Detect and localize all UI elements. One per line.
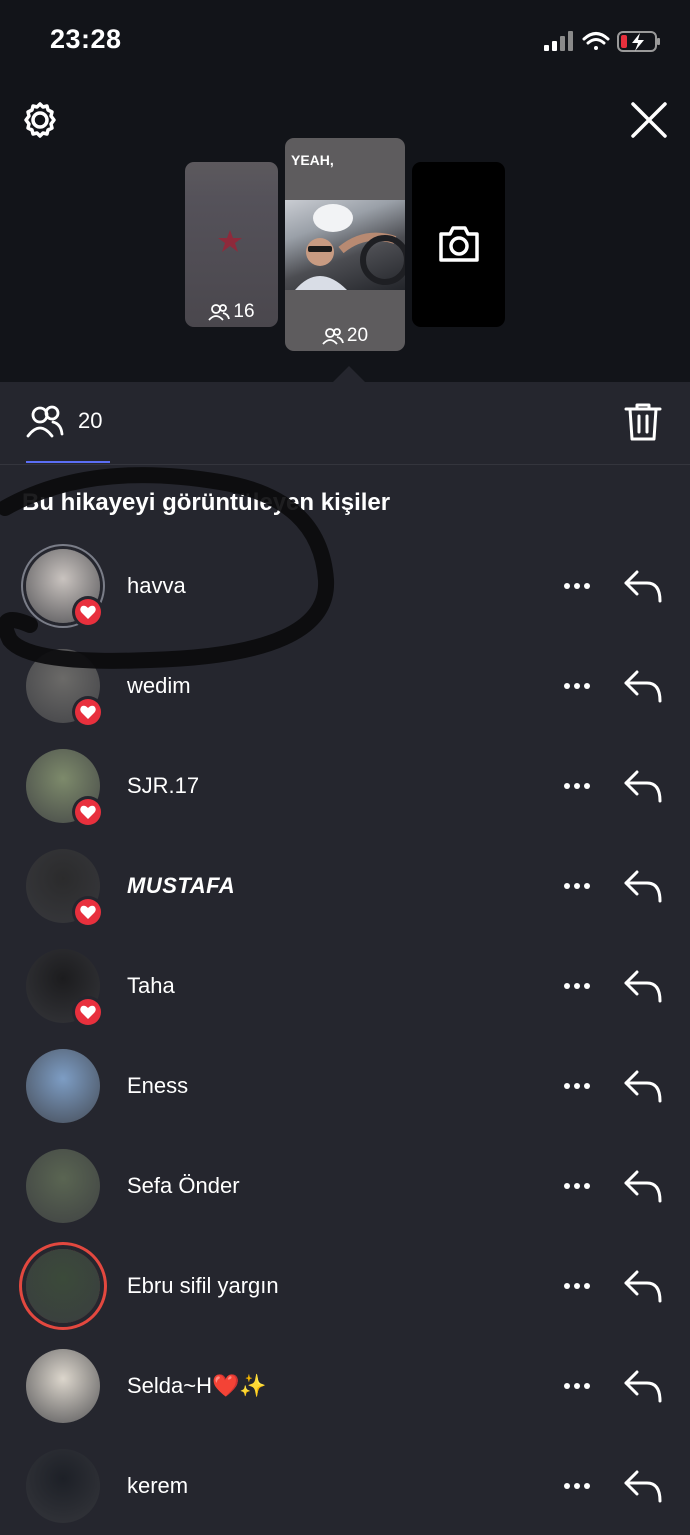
like-badge	[72, 996, 104, 1028]
viewer-username[interactable]: Selda~H❤️✨	[127, 1373, 267, 1399]
story-header: 23:28 16 YEAH, 20	[0, 0, 690, 383]
story-thumbnail-1[interactable]: 16	[185, 162, 278, 327]
viewer-row[interactable]: wedim	[0, 635, 690, 735]
story-viewer-count: 16	[185, 301, 278, 323]
viewers-icon	[322, 328, 344, 345]
reply-arrow-icon[interactable]	[623, 1468, 663, 1504]
trash-icon[interactable]	[624, 402, 662, 442]
selected-story-pointer	[332, 366, 366, 383]
viewer-username[interactable]: kerem	[127, 1473, 188, 1499]
settings-gear-icon[interactable]	[20, 100, 60, 140]
avatar[interactable]	[26, 549, 104, 628]
story-viewer-count: 20	[285, 325, 405, 347]
tab-active-indicator	[26, 461, 110, 463]
close-icon[interactable]	[630, 101, 668, 139]
avatar[interactable]	[26, 649, 104, 728]
viewer-row[interactable]: Eness	[0, 1035, 690, 1135]
more-options-icon[interactable]	[563, 682, 591, 690]
reply-arrow-icon[interactable]	[623, 1368, 663, 1404]
viewer-username[interactable]: Eness	[127, 1073, 188, 1099]
like-badge	[72, 696, 104, 728]
story-caption: YEAH,	[291, 152, 334, 168]
heart-icon	[80, 905, 96, 919]
status-time: 23:28	[50, 24, 122, 54]
avatar[interactable]	[26, 1249, 100, 1323]
viewer-username[interactable]: MUSTAFA	[127, 873, 235, 899]
viewer-username[interactable]: SJR.17	[127, 773, 199, 799]
viewer-list: havva wedim SJR.17 MUSTAFA Taha Eness Sefa Önd…	[0, 535, 690, 1535]
reply-arrow-icon[interactable]	[623, 768, 663, 804]
avatar[interactable]	[26, 849, 104, 928]
viewer-row[interactable]: kerem	[0, 1435, 690, 1535]
viewer-username[interactable]: wedim	[127, 673, 191, 699]
viewer-username[interactable]: havva	[127, 573, 186, 599]
avatar[interactable]	[26, 1049, 100, 1123]
reply-arrow-icon[interactable]	[623, 1068, 663, 1104]
wifi-icon	[582, 32, 610, 50]
battery-low-charging-icon	[617, 31, 660, 52]
avatar-image	[26, 1249, 100, 1323]
section-title: Bu hikayeyi görüntüleyen kişiler	[22, 489, 391, 516]
status-icons	[544, 31, 660, 52]
more-options-icon[interactable]	[563, 1382, 591, 1390]
avatar-image	[26, 1349, 100, 1423]
reply-arrow-icon[interactable]	[623, 568, 663, 604]
more-options-icon[interactable]	[563, 582, 591, 590]
reply-arrow-icon[interactable]	[623, 668, 663, 704]
viewer-username[interactable]: Taha	[127, 973, 175, 999]
reply-arrow-icon[interactable]	[623, 1268, 663, 1304]
reply-arrow-icon[interactable]	[623, 868, 663, 904]
story-thumbnail-2-selected[interactable]: YEAH, 20	[285, 138, 405, 351]
avatar-image	[26, 1149, 100, 1223]
cellular-signal-icon	[544, 31, 573, 51]
camera-icon	[439, 226, 479, 262]
viewer-row[interactable]: Selda~H❤️✨	[0, 1335, 690, 1435]
avatar[interactable]	[26, 1149, 100, 1223]
star-icon	[218, 230, 242, 252]
add-story-camera-button[interactable]	[412, 162, 505, 327]
viewer-row[interactable]: Taha	[0, 935, 690, 1035]
viewer-row[interactable]: Ebru sifil yargın	[0, 1235, 690, 1335]
like-badge	[72, 796, 104, 828]
more-options-icon[interactable]	[563, 1082, 591, 1090]
avatar[interactable]	[26, 949, 104, 1028]
avatar[interactable]	[26, 1349, 100, 1423]
viewer-row[interactable]: MUSTAFA	[0, 835, 690, 935]
heart-icon	[80, 705, 96, 719]
heart-icon	[80, 805, 96, 819]
more-options-icon[interactable]	[563, 982, 591, 990]
more-options-icon[interactable]	[563, 1182, 591, 1190]
like-badge	[72, 896, 104, 928]
avatar[interactable]	[26, 1449, 100, 1523]
tab-viewers[interactable]: 20	[26, 404, 102, 438]
more-options-icon[interactable]	[563, 882, 591, 890]
viewer-username[interactable]: Ebru sifil yargın	[127, 1273, 279, 1299]
reply-arrow-icon[interactable]	[623, 1168, 663, 1204]
viewer-tab-bar: 20	[0, 382, 690, 465]
viewer-row[interactable]: SJR.17	[0, 735, 690, 835]
story-photo	[285, 200, 405, 290]
viewer-username[interactable]: Sefa Önder	[127, 1173, 240, 1199]
heart-icon	[80, 1005, 96, 1019]
like-badge	[72, 596, 104, 628]
avatar-image	[26, 1049, 100, 1123]
reply-arrow-icon[interactable]	[623, 968, 663, 1004]
more-options-icon[interactable]	[563, 782, 591, 790]
more-options-icon[interactable]	[563, 1482, 591, 1490]
viewers-icon	[26, 405, 64, 438]
viewer-count: 20	[78, 408, 103, 433]
heart-icon	[80, 605, 96, 619]
viewer-row[interactable]: havva	[0, 535, 690, 635]
more-options-icon[interactable]	[563, 1282, 591, 1290]
avatar-image	[26, 1449, 100, 1523]
viewers-icon	[208, 304, 231, 321]
avatar[interactable]	[26, 749, 104, 828]
viewer-row[interactable]: Sefa Önder	[0, 1135, 690, 1235]
